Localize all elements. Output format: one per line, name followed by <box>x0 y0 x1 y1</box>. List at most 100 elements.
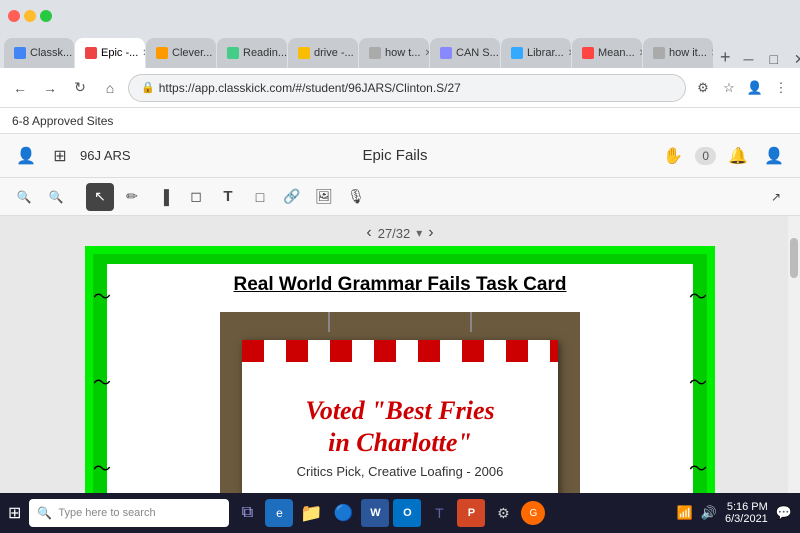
tab-close-icon[interactable]: ✕ <box>639 48 642 59</box>
scrollbar[interactable] <box>788 216 800 506</box>
text-tool[interactable]: T <box>214 183 242 211</box>
new-tab-button[interactable]: + <box>714 47 737 68</box>
page-navigation: ‹ 27/32 ▾ › <box>366 224 433 242</box>
browser-actions: ⚙ ☆ 👤 ⋮ <box>692 77 792 99</box>
tab-favicon <box>227 47 239 59</box>
tab-drive[interactable]: drive -... ✕ <box>288 38 358 68</box>
right-action-btn[interactable]: ↗ <box>762 183 790 211</box>
sign-image: Voted "Best Fries in Charlotte" Critics … <box>220 312 580 506</box>
tab-close-icon[interactable]: ✕ <box>142 48 145 59</box>
teams-icon[interactable]: T <box>425 499 453 527</box>
minimize-btn[interactable] <box>24 10 36 22</box>
tab-classk[interactable]: Classk... ✕ <box>4 38 74 68</box>
tab-can[interactable]: CAN S... ✕ <box>430 38 500 68</box>
page-title: Epic Fails <box>362 147 427 164</box>
network-icon[interactable]: 📶 <box>677 505 693 521</box>
extensions-icon[interactable]: ⚙ <box>692 77 714 99</box>
zoom-in-button[interactable]: 🔍 <box>42 183 70 211</box>
tab-favicon <box>369 47 381 59</box>
tab-favicon <box>85 47 97 59</box>
file-explorer-icon[interactable]: 📁 <box>297 499 325 527</box>
count-badge: 0 <box>695 147 716 165</box>
task-card-wrapper: 〜 〜 〜 〜 〜 〜 〜 〜 Real World Grammar Fails… <box>85 246 715 506</box>
url-text: https://app.classkick.com/#/student/96JA… <box>159 81 673 95</box>
bookmarks-label[interactable]: 6-8 Approved Sites <box>12 114 113 128</box>
tab-favicon <box>298 47 310 59</box>
eraser-tool[interactable]: ◻ <box>182 183 210 211</box>
highlighter-tool[interactable]: ▐ <box>150 183 178 211</box>
sign-line2: in Charlotte" <box>328 428 472 457</box>
taskbar-search-box[interactable]: 🔍 Type here to search <box>29 499 229 527</box>
taskbar: ⊞ 🔍 Type here to search ⧉ e 📁 🔵 W O T P … <box>0 493 800 533</box>
chrome-icon[interactable]: 🔵 <box>329 499 357 527</box>
tab-label: Readin... <box>243 47 287 59</box>
maximize-btn[interactable] <box>40 10 52 22</box>
audio-tool[interactable]: 🎙 <box>342 183 370 211</box>
app6-icon[interactable]: G <box>521 501 545 525</box>
close-window-btn[interactable]: ✕ <box>788 51 800 68</box>
next-page-button[interactable]: › <box>428 224 433 242</box>
account-icon[interactable]: 👤 <box>744 77 766 99</box>
bell-icon[interactable]: 🔔 <box>724 142 752 170</box>
tab-mean[interactable]: Mean... ✕ <box>572 38 642 68</box>
home-button[interactable]: ⌂ <box>98 76 122 100</box>
outlook-icon[interactable]: O <box>393 499 421 527</box>
card-title: Real World Grammar Fails Task Card <box>133 274 667 296</box>
toolbar-right: ✋ 0 🔔 👤 <box>659 142 788 170</box>
hand-icon[interactable]: ✋ <box>659 142 687 170</box>
page-dropdown-icon[interactable]: ▾ <box>416 226 422 240</box>
forward-button[interactable]: → <box>38 76 62 100</box>
sign-background: Voted "Best Fries in Charlotte" Critics … <box>220 312 580 506</box>
powerpoint-icon[interactable]: P <box>457 499 485 527</box>
toolbar-center: Epic Fails <box>139 147 652 164</box>
close-btn[interactable] <box>8 10 20 22</box>
restore-window-btn[interactable]: □ <box>763 51 783 68</box>
taskview-icon[interactable]: ⧉ <box>233 499 261 527</box>
task-card: 〜 〜 〜 〜 〜 〜 〜 〜 Real World Grammar Fails… <box>85 246 715 506</box>
tab-reading[interactable]: Readin... ✕ <box>217 38 287 68</box>
image-tool[interactable]: 🖼 <box>310 183 338 211</box>
shape-tool[interactable]: □ <box>246 183 274 211</box>
sign-text-area: Voted "Best Fries in Charlotte" Critics … <box>242 362 559 507</box>
address-bar[interactable]: 🔒 https://app.classkick.com/#/student/96… <box>128 74 686 102</box>
page-indicator: 27/32 <box>378 226 411 241</box>
tab-how[interactable]: how t... ✕ <box>359 38 429 68</box>
date-display: 6/3/2021 <box>725 513 768 525</box>
lock-icon: 🔒 <box>141 81 155 94</box>
start-button[interactable]: ⊞ <box>8 503 21 523</box>
scrollbar-thumb[interactable] <box>790 238 798 278</box>
select-tool[interactable]: ↖ <box>86 183 114 211</box>
edge-icon[interactable]: e <box>265 499 293 527</box>
back-button[interactable]: ← <box>8 76 32 100</box>
tab-epic[interactable]: Epic -... ✕ <box>75 38 145 68</box>
sign-sub-text: Critics Pick, Creative Loafing - 2006 <box>297 464 504 479</box>
tab-close-icon[interactable]: ✕ <box>424 48 429 59</box>
tab-library[interactable]: Librar... ✕ <box>501 38 571 68</box>
clock: 5:16 PM 6/3/2021 <box>725 501 768 525</box>
tab-label: drive -... <box>314 47 354 59</box>
tab-howit[interactable]: how it... ✕ <box>643 38 713 68</box>
tab-clever[interactable]: Clever... ✕ <box>146 38 216 68</box>
volume-icon[interactable]: 🔊 <box>701 505 717 521</box>
tab-close-icon[interactable]: ✕ <box>711 48 713 59</box>
more-menu-button[interactable]: ⋮ <box>770 77 792 99</box>
user-icon[interactable]: 👤 <box>12 142 40 170</box>
pen-tool[interactable]: ✏ <box>118 183 146 211</box>
nav-bar: ← → ↻ ⌂ 🔒 https://app.classkick.com/#/st… <box>0 68 800 108</box>
tab-label: Librar... <box>527 47 564 59</box>
bookmark-icon[interactable]: ☆ <box>718 77 740 99</box>
minimize-window-btn[interactable]: ─ <box>738 51 760 68</box>
reload-button[interactable]: ↻ <box>68 76 92 100</box>
tab-close-icon[interactable]: ✕ <box>568 48 571 59</box>
settings-icon[interactable]: ⚙ <box>489 499 517 527</box>
notification-icon[interactable]: 💬 <box>776 505 792 521</box>
link-tool[interactable]: 🔗 <box>278 183 306 211</box>
grid-icon[interactable]: ⊞ <box>46 142 74 170</box>
tab-label: how t... <box>385 47 420 59</box>
tab-label: CAN S... <box>456 47 499 59</box>
tab-favicon <box>14 47 26 59</box>
word-icon[interactable]: W <box>361 499 389 527</box>
zoom-out-button[interactable]: 🔍 <box>10 183 38 211</box>
profile-icon[interactable]: 👤 <box>760 142 788 170</box>
prev-page-button[interactable]: ‹ <box>366 224 371 242</box>
